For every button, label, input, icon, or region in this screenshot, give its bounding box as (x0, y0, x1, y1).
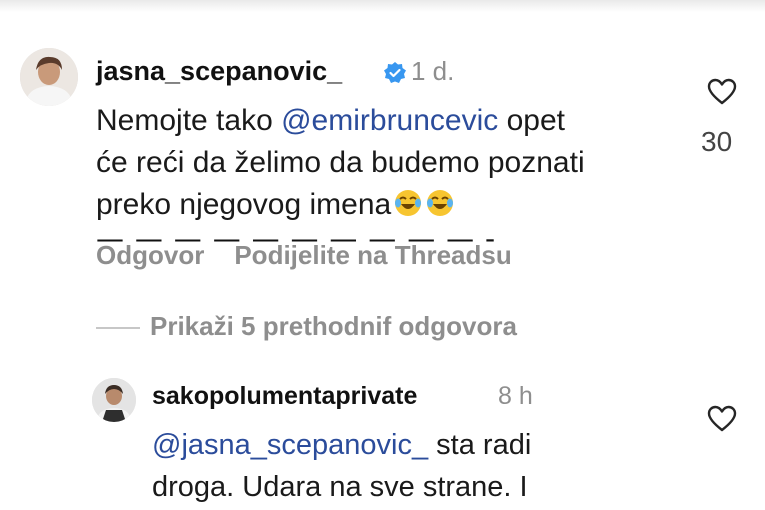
show-previous-label: Prikaži 5 prethodnif odgovora (150, 311, 517, 341)
like-count: 30 (701, 126, 733, 157)
heart-icon[interactable] (707, 78, 737, 106)
comment-line-2: droga. Udara na sve strane. I (152, 471, 528, 503)
heart-icon[interactable] (707, 405, 737, 433)
comment-text: Nemojte tako @emirbruncevic opet će reći… (96, 100, 585, 226)
text-segment: sta radi (428, 429, 532, 461)
show-previous-replies[interactable]: Prikaži 5 prethodnif odgovora (96, 311, 517, 342)
mention-link[interactable]: @emirbruncevic (281, 104, 498, 137)
comment-line-1: @jasna_scepanovic_ sta radi (152, 424, 531, 466)
divider-line (96, 327, 140, 330)
joy-emoji (427, 190, 454, 216)
comment-text: @jasna_scepanovic_ sta radi droga. Udara… (152, 424, 531, 508)
comment-actions: Odgovor Podijelite na Threadsu (96, 240, 542, 271)
top-fade (0, 0, 765, 12)
text-segment: Nemojte tako (96, 104, 282, 137)
verified-badge-icon (384, 62, 406, 83)
reply-button[interactable]: Odgovor (96, 240, 204, 270)
comment-line-2: će reći da želimo da budemo poznati (96, 146, 585, 179)
comment-line-3: preko njegovog imena (96, 184, 585, 226)
text-segment: opet (498, 104, 566, 137)
joy-emoji (395, 190, 422, 216)
mention-link[interactable]: @jasna_scepanovic_ (152, 429, 428, 461)
comment-line-1: Nemojte tako @emirbruncevic opet (96, 100, 585, 142)
text-segment: preko njegovog imena (96, 188, 392, 221)
comment-username[interactable]: sakopolumentaprivate (152, 382, 417, 411)
comment-time: 1 d. (411, 56, 455, 86)
comment-username[interactable]: jasna_scepanovic_ (96, 56, 342, 87)
avatar[interactable] (92, 378, 136, 422)
comment-time: 8 h (498, 382, 533, 410)
avatar[interactable] (20, 48, 78, 106)
share-threads-button[interactable]: Podijelite na Threadsu (234, 240, 511, 270)
